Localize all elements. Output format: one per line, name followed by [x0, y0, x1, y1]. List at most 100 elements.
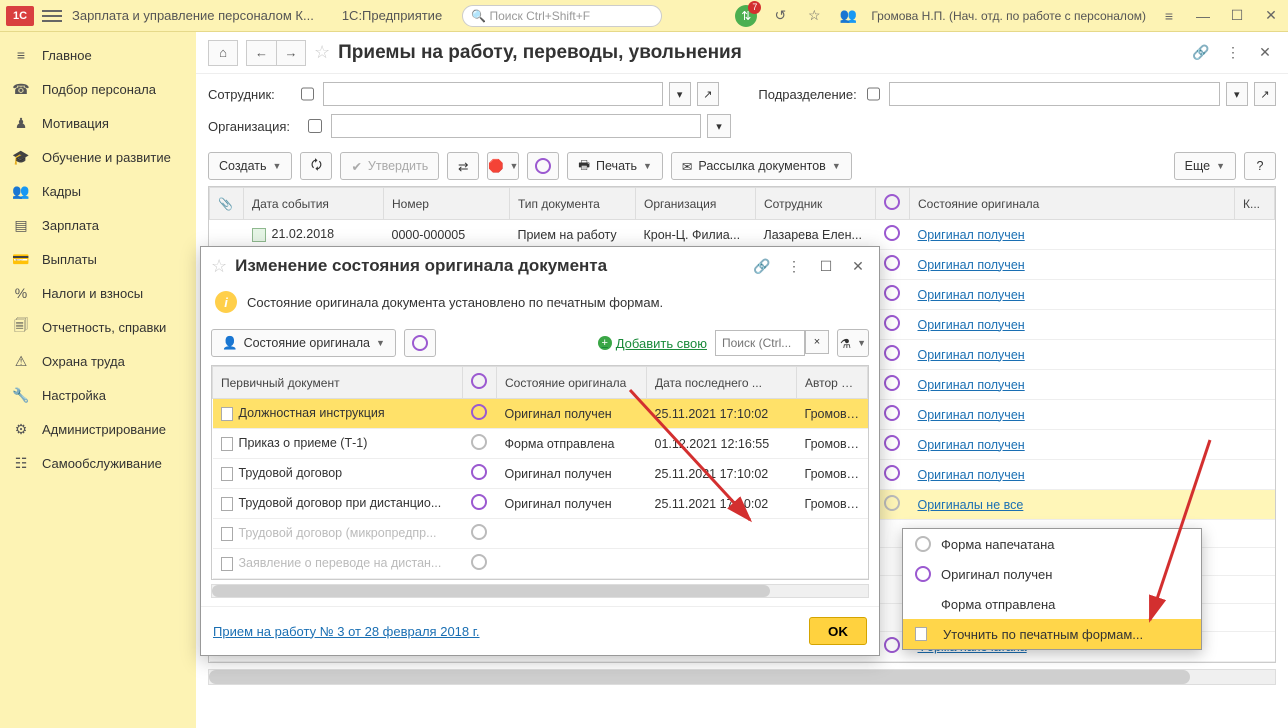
state-link[interactable]: Оригиналы не все — [918, 498, 1024, 512]
notifications-badge[interactable]: ⇅ — [735, 5, 757, 27]
employee-filter-input[interactable] — [323, 82, 663, 106]
modal-table-row[interactable]: Приказ о приеме (Т-1) Форма отправлена 0… — [213, 429, 868, 459]
dropdown-item[interactable]: Форма отправлена — [903, 589, 1201, 619]
star-icon[interactable]: ☆ — [803, 5, 825, 27]
minimize-icon[interactable]: — — [1192, 5, 1214, 27]
create-button[interactable]: Создать▼ — [208, 152, 292, 180]
modal-state-button[interactable]: 👤 Состояние оригинала ▼ — [211, 329, 396, 357]
sidebar-item-5[interactable]: ▤Зарплата — [0, 208, 196, 242]
col-state[interactable]: Состояние оригинала — [910, 188, 1235, 220]
state-link[interactable]: Оригинал получен — [918, 228, 1025, 242]
modal-horizontal-scrollbar[interactable] — [211, 584, 869, 598]
add-own-link[interactable]: +Добавить свою — [598, 336, 707, 351]
department-filter-checkbox[interactable] — [867, 87, 880, 101]
modal-filter-button[interactable]: ⚗▼ — [837, 329, 869, 357]
menu-icon[interactable]: ≡ — [1158, 5, 1180, 27]
col-date[interactable]: Дата события — [244, 188, 384, 220]
main-horizontal-scrollbar[interactable] — [208, 669, 1276, 685]
history-icon[interactable]: ↺ — [769, 5, 791, 27]
modal-star-icon[interactable]: ☆ — [211, 256, 227, 277]
modal-table-row[interactable]: Трудовой договор при дистанцио... Оригин… — [213, 489, 868, 519]
global-search[interactable]: 🔍 Поиск Ctrl+Shift+F — [462, 5, 662, 27]
col-number[interactable]: Номер — [384, 188, 510, 220]
sidebar-item-9[interactable]: ⚠Охрана труда — [0, 344, 196, 378]
m-col-date[interactable]: Дата последнего ... — [647, 367, 797, 399]
department-expand-button[interactable]: ▾ — [1226, 82, 1248, 106]
users-icon[interactable]: 👥 — [837, 5, 859, 27]
sidebar-item-7[interactable]: %Налоги и взносы — [0, 276, 196, 310]
table-row[interactable]: 21.02.2018 0000-000005 Прием на работу К… — [210, 220, 1275, 250]
state-link[interactable]: Оригинал получен — [918, 408, 1025, 422]
modal-kebab-icon[interactable]: ⋮ — [783, 255, 805, 277]
home-button[interactable]: ⌂ — [208, 40, 238, 66]
modal-search-input[interactable] — [715, 330, 805, 356]
dropdown-item[interactable]: Оригинал получен — [903, 559, 1201, 589]
modal-close-icon[interactable]: ✕ — [847, 255, 869, 277]
kebab-icon[interactable]: ⋮ — [1222, 42, 1244, 64]
sidebar-item-0[interactable]: ≡Главное — [0, 38, 196, 72]
exchange-button[interactable]: ⇄ — [447, 152, 479, 180]
sidebar-item-1[interactable]: ☎Подбор персонала — [0, 72, 196, 106]
link-icon[interactable]: 🔗 — [1190, 42, 1212, 64]
modal-table-row[interactable]: Трудовой договор Оригинал получен 25.11.… — [213, 459, 868, 489]
employee-open-button[interactable]: ↗ — [697, 82, 719, 106]
sidebar-item-12[interactable]: ☷Самообслуживание — [0, 446, 196, 480]
approve-button[interactable]: ✔ Утвердить — [340, 152, 439, 180]
more-button[interactable]: Еще▼ — [1174, 152, 1236, 180]
col-employee[interactable]: Сотрудник — [756, 188, 876, 220]
col-org[interactable]: Организация — [636, 188, 756, 220]
state-link[interactable]: Оригинал получен — [918, 288, 1025, 302]
modal-circle-button[interactable] — [404, 329, 436, 357]
m-col-author[interactable]: Автор изм... — [797, 367, 868, 399]
sidebar-item-2[interactable]: ♟Мотивация — [0, 106, 196, 140]
state-toolbar-button[interactable] — [527, 152, 559, 180]
state-link[interactable]: Оригинал получен — [918, 468, 1025, 482]
stamp-button[interactable]: 🛑▼ — [487, 152, 519, 180]
org-filter-checkbox[interactable] — [308, 119, 322, 133]
org-filter-input[interactable] — [331, 114, 701, 138]
modal-table-row[interactable]: Должностная инструкция Оригинал получен … — [213, 399, 868, 429]
m-col-icon[interactable] — [463, 367, 497, 399]
ok-button[interactable]: OK — [809, 617, 867, 645]
modal-maximize-icon[interactable]: ☐ — [815, 255, 837, 277]
modal-footer-link[interactable]: Прием на работу № 3 от 28 февраля 2018 г… — [213, 624, 480, 639]
help-button[interactable]: ? — [1244, 152, 1276, 180]
sidebar-item-10[interactable]: 🔧Настройка — [0, 378, 196, 412]
state-link[interactable]: Оригинал получен — [918, 318, 1025, 332]
sidebar-item-11[interactable]: ⚙Администрирование — [0, 412, 196, 446]
close-icon[interactable]: ✕ — [1260, 5, 1282, 27]
mailing-button[interactable]: ✉ Рассылка документов▼ — [671, 152, 852, 180]
col-attach[interactable]: 📎 — [210, 188, 244, 220]
m-col-doc[interactable]: Первичный документ — [213, 367, 463, 399]
modal-table-row[interactable]: Заявление о переводе на дистан... — [213, 549, 868, 579]
col-state-icon[interactable] — [876, 188, 910, 220]
dropdown-item[interactable]: Форма напечатана — [903, 529, 1201, 559]
modal-search-clear[interactable]: × — [805, 330, 829, 354]
close-tab-icon[interactable]: ✕ — [1254, 42, 1276, 64]
favorite-star-icon[interactable]: ☆ — [314, 42, 330, 63]
employee-filter-checkbox[interactable] — [301, 87, 314, 101]
sidebar-item-3[interactable]: 🎓Обучение и развитие — [0, 140, 196, 174]
back-button[interactable]: ← — [246, 40, 276, 66]
sidebar-item-4[interactable]: 👥Кадры — [0, 174, 196, 208]
modal-table-row[interactable]: Трудовой договор (микропредпр... — [213, 519, 868, 549]
m-col-state[interactable]: Состояние оригинала — [497, 367, 647, 399]
col-k[interactable]: К... — [1235, 188, 1275, 220]
employee-expand-button[interactable]: ▾ — [669, 82, 691, 106]
department-open-button[interactable]: ↗ — [1254, 82, 1276, 106]
sidebar-item-8[interactable]: 🗐Отчетность, справки — [0, 310, 196, 344]
department-filter-input[interactable] — [889, 82, 1220, 106]
print-button[interactable]: 🖶 Печать▼ — [567, 152, 663, 180]
sidebar-item-6[interactable]: 💳Выплаты — [0, 242, 196, 276]
dropdown-item[interactable]: Уточнить по печатным формам... — [903, 619, 1201, 649]
state-link[interactable]: Оригинал получен — [918, 438, 1025, 452]
state-link[interactable]: Оригинал получен — [918, 348, 1025, 362]
state-link[interactable]: Оригинал получен — [918, 378, 1025, 392]
hamburger-icon[interactable] — [42, 6, 62, 26]
state-link[interactable]: Оригинал получен — [918, 258, 1025, 272]
forward-button[interactable]: → — [276, 40, 306, 66]
modal-link-icon[interactable]: 🔗 — [751, 255, 773, 277]
col-doctype[interactable]: Тип документа — [510, 188, 636, 220]
org-expand-button[interactable]: ▾ — [707, 114, 731, 138]
refresh-button[interactable]: 🗘 — [300, 152, 332, 180]
